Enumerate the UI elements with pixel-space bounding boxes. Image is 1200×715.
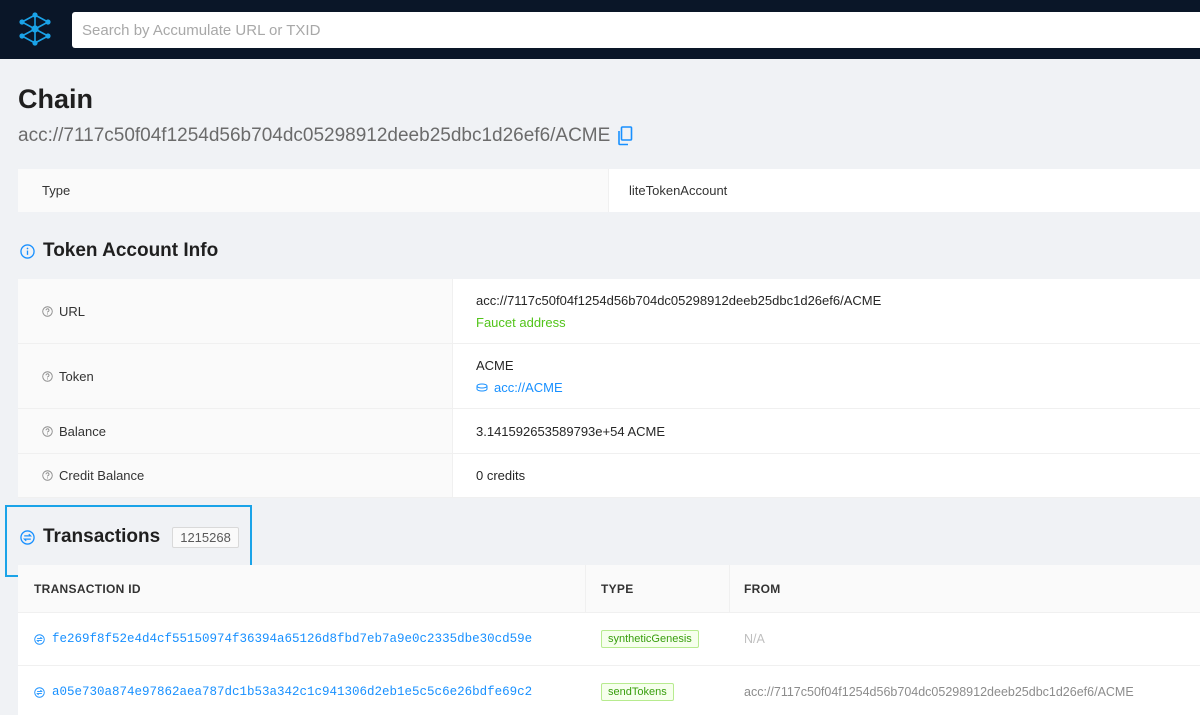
transaction-id-link[interactable]: a05e730a874e97862aea787dc1b53a342c1c9413… bbox=[34, 685, 532, 699]
url-value: acc://7117c50f04f1254d56b704dc05298912de… bbox=[476, 292, 882, 308]
search-box bbox=[72, 12, 1200, 48]
copy-icon[interactable] bbox=[617, 126, 633, 146]
token-coins-icon bbox=[476, 383, 488, 391]
chain-url-text: acc://7117c50f04f1254d56b704dc05298912de… bbox=[18, 125, 611, 146]
type-value: liteTokenAccount bbox=[609, 169, 1200, 212]
token-url-text: acc://ACME bbox=[494, 379, 563, 395]
token-url-link[interactable]: acc://ACME bbox=[476, 380, 1200, 395]
info-label-text: Credit Balance bbox=[59, 468, 145, 483]
token-symbol: ACME bbox=[476, 357, 514, 373]
question-circle-icon[interactable] bbox=[42, 425, 53, 437]
swap-circle-icon bbox=[20, 529, 35, 545]
search-input[interactable] bbox=[72, 12, 1200, 48]
from-value: N/A bbox=[744, 632, 765, 646]
transaction-id-cell: a05e730a874e97862aea787dc1b53a342c1c9413… bbox=[18, 666, 586, 715]
chain-type-table: Type liteTokenAccount bbox=[18, 169, 1200, 212]
swap-circle-icon bbox=[34, 686, 45, 698]
info-value-url: acc://7117c50f04f1254d56b704dc05298912de… bbox=[453, 279, 1200, 343]
info-label-text: Token bbox=[59, 368, 94, 384]
info-circle-icon bbox=[20, 243, 35, 259]
faucet-address-label: Faucet address bbox=[476, 314, 566, 330]
from-value[interactable]: acc://7117c50f04f1254d56b704dc05298912de… bbox=[744, 685, 1134, 699]
column-header-from[interactable]: FROM bbox=[730, 565, 1200, 612]
info-label-text: Balance bbox=[59, 423, 106, 439]
page-title: Chain bbox=[18, 84, 94, 114]
transaction-id-text: a05e730a874e97862aea787dc1b53a342c1c9413… bbox=[52, 685, 533, 699]
token-account-info-table: URL acc://7117c50f04f1254d56b704dc052989… bbox=[18, 279, 1200, 498]
info-label-credit-balance: Credit Balance bbox=[18, 454, 453, 497]
transactions-title: Transactions bbox=[43, 526, 161, 547]
transactions-count-badge: 1215268 bbox=[172, 526, 239, 548]
type-label: Type bbox=[18, 169, 609, 212]
chain-url: acc://7117c50f04f1254d56b704dc05298912de… bbox=[18, 125, 633, 147]
question-circle-icon[interactable] bbox=[42, 370, 53, 382]
info-row-credit-balance: Credit Balance 0 credits bbox=[18, 454, 1200, 498]
table-row: fe269f8f52e4d4cf55150974f36394a65126d8fb… bbox=[18, 613, 1200, 666]
info-label-balance: Balance bbox=[18, 409, 453, 453]
column-header-transaction-id[interactable]: TRANSACTION ID bbox=[18, 565, 586, 612]
type-cell: syntheticGenesis bbox=[586, 613, 730, 665]
question-circle-icon[interactable] bbox=[42, 470, 53, 481]
info-label-text: URL bbox=[59, 303, 86, 319]
balance-value: 3.141592653589793e+54 ACME bbox=[476, 423, 666, 439]
transaction-id-text: fe269f8f52e4d4cf55150974f36394a65126d8fb… bbox=[52, 632, 533, 646]
credit-balance-value: 0 credits bbox=[476, 468, 526, 483]
info-row-balance: Balance 3.141592653589793e+54 ACME bbox=[18, 409, 1200, 454]
token-account-info-title: Token Account Info bbox=[43, 240, 219, 261]
transaction-id-link[interactable]: fe269f8f52e4d4cf55150974f36394a65126d8fb… bbox=[34, 632, 532, 646]
table-header: TRANSACTION ID TYPE FROM bbox=[18, 565, 1200, 613]
top-navigation-bar bbox=[0, 0, 1200, 59]
transaction-type-tag: syntheticGenesis bbox=[601, 630, 699, 648]
info-value-token: ACME acc://ACME bbox=[453, 344, 1200, 408]
column-header-type[interactable]: TYPE bbox=[586, 565, 730, 612]
info-label-url: URL bbox=[18, 279, 453, 343]
from-cell: acc://7117c50f04f1254d56b704dc05298912de… bbox=[730, 666, 1200, 715]
token-account-info-heading: Token Account Info bbox=[20, 240, 218, 262]
type-cell: sendTokens bbox=[586, 666, 730, 715]
from-cell: N/A bbox=[730, 613, 1200, 665]
info-row-token: Token ACME acc://ACME bbox=[18, 344, 1200, 409]
transactions-table: TRANSACTION ID TYPE FROM fe269f8f52e4d4c… bbox=[18, 565, 1200, 715]
info-row-url: URL acc://7117c50f04f1254d56b704dc052989… bbox=[18, 279, 1200, 344]
info-value-balance: 3.141592653589793e+54 ACME bbox=[453, 409, 1200, 453]
info-label-token: Token bbox=[18, 344, 453, 408]
question-circle-icon[interactable] bbox=[42, 305, 53, 317]
transactions-heading: Transactions 1215268 bbox=[20, 526, 239, 548]
table-row: a05e730a874e97862aea787dc1b53a342c1c9413… bbox=[18, 666, 1200, 715]
transaction-id-cell: fe269f8f52e4d4cf55150974f36394a65126d8fb… bbox=[18, 613, 586, 665]
swap-circle-icon bbox=[34, 633, 45, 645]
accumulate-network-logo-icon[interactable] bbox=[16, 10, 54, 48]
info-value-credit-balance: 0 credits bbox=[453, 454, 1200, 497]
transaction-type-tag: sendTokens bbox=[601, 683, 674, 701]
